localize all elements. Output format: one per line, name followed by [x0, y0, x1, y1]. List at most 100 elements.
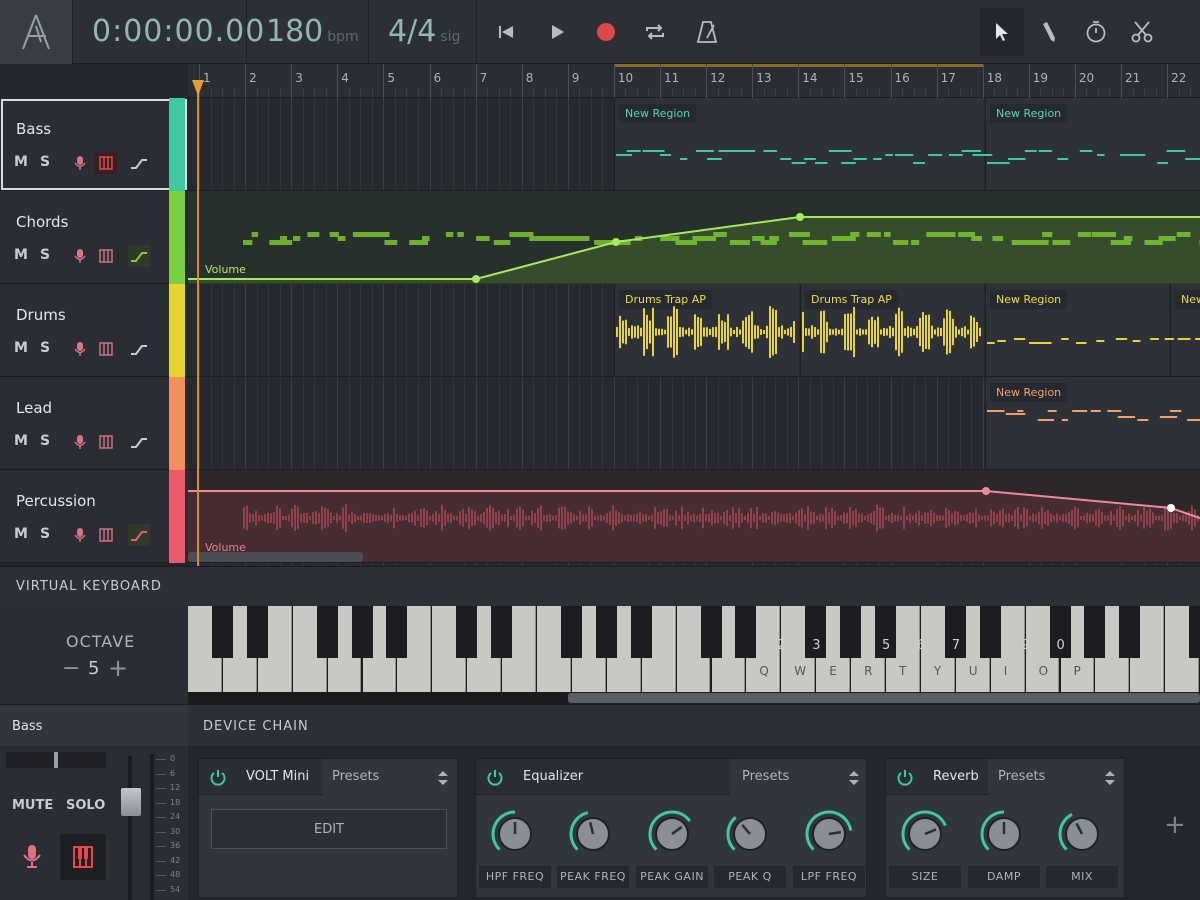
scissors-tool[interactable]: [1120, 8, 1164, 56]
playhead[interactable]: [197, 80, 199, 566]
sort-arrows-icon[interactable]: [848, 770, 860, 786]
tempo-display[interactable]: 180 bpm: [266, 14, 359, 49]
play-button[interactable]: [539, 14, 575, 50]
power-icon[interactable]: [486, 768, 504, 786]
mute-toggle[interactable]: M: [14, 154, 28, 170]
pan-handle[interactable]: [54, 752, 58, 768]
keyboard-scrollbar[interactable]: [568, 693, 1200, 703]
track-header-lead[interactable]: Lead M S: [0, 377, 188, 470]
playhead-handle[interactable]: [192, 80, 204, 96]
black-key[interactable]: [560, 606, 582, 658]
mute-toggle[interactable]: M: [14, 526, 28, 542]
volume-fader-handle[interactable]: [121, 788, 141, 816]
automation-toggle[interactable]: [128, 431, 150, 453]
black-key[interactable]: [316, 606, 338, 658]
midi-input-toggle[interactable]: [95, 152, 117, 174]
knob-size[interactable]: [898, 807, 952, 861]
black-key[interactable]: [1119, 606, 1141, 658]
pencil-tool[interactable]: [1026, 8, 1070, 56]
record-arm-toggle[interactable]: [69, 245, 91, 267]
record-button[interactable]: [588, 14, 624, 50]
automation-point[interactable]: [472, 275, 480, 283]
presets-dropdown[interactable]: Presets: [332, 769, 379, 784]
record-arm-toggle[interactable]: [69, 152, 91, 174]
mute-toggle[interactable]: M: [14, 247, 28, 263]
time-display[interactable]: 0:00:00.00: [92, 14, 265, 49]
signature-display[interactable]: 4/4 sig: [388, 14, 460, 49]
midi-input-toggle[interactable]: [95, 338, 117, 360]
solo-toggle[interactable]: S: [40, 247, 50, 263]
knob-lpf-freq[interactable]: [802, 807, 856, 861]
pan-slider[interactable]: [6, 752, 106, 768]
automation-point[interactable]: [612, 238, 620, 246]
arrangement-scrollbar[interactable]: [188, 552, 363, 562]
timer-tool[interactable]: [1074, 8, 1118, 56]
automation-toggle[interactable]: [128, 245, 150, 267]
automation-toggle[interactable]: [128, 338, 150, 360]
edit-button[interactable]: EDIT: [211, 809, 447, 849]
add-device-button[interactable]: +: [1164, 810, 1186, 840]
midi-input-button[interactable]: [60, 834, 106, 880]
black-key[interactable]: [351, 606, 373, 658]
presets-dropdown[interactable]: Presets: [742, 769, 789, 784]
octave-up-button[interactable]: +: [108, 654, 128, 682]
black-key[interactable]: [979, 606, 1001, 658]
record-arm-toggle[interactable]: [69, 338, 91, 360]
black-key[interactable]: [840, 606, 862, 658]
black-key[interactable]: [386, 606, 408, 658]
black-key[interactable]: [491, 606, 513, 658]
automation-point[interactable]: [796, 213, 804, 221]
mute-toggle[interactable]: M: [14, 433, 28, 449]
loop-button[interactable]: [637, 14, 673, 50]
sort-arrows-icon[interactable]: [1104, 770, 1116, 786]
black-key[interactable]: [630, 606, 652, 658]
midi-input-toggle[interactable]: [95, 245, 117, 267]
track-header-chords[interactable]: Chords M S: [0, 191, 188, 284]
record-arm-toggle[interactable]: [69, 524, 91, 546]
rewind-button[interactable]: [488, 14, 524, 50]
mute-button[interactable]: MUTE: [12, 798, 53, 813]
automation-point[interactable]: [1167, 504, 1175, 512]
black-key[interactable]: [246, 606, 268, 658]
track-header-drums[interactable]: Drums M S: [0, 284, 188, 377]
track-header-bass[interactable]: Bass M S: [0, 98, 188, 191]
presets-dropdown[interactable]: Presets: [998, 769, 1045, 784]
app-logo[interactable]: [0, 0, 72, 64]
solo-toggle[interactable]: S: [40, 154, 50, 170]
arrangement-area[interactable]: New Region New Region Drums Trap AP Drum…: [188, 98, 1200, 566]
knob-peak-freq[interactable]: [566, 807, 620, 861]
volume-fader-track[interactable]: [128, 756, 132, 900]
black-key[interactable]: [211, 606, 233, 658]
black-key[interactable]: [1084, 606, 1106, 658]
power-icon[interactable]: [209, 768, 227, 786]
automation-toggle[interactable]: [128, 152, 150, 174]
pointer-tool[interactable]: [980, 8, 1024, 56]
solo-toggle[interactable]: S: [40, 340, 50, 356]
knob-damp[interactable]: [977, 807, 1031, 861]
automation-toggle[interactable]: [128, 524, 150, 546]
solo-toggle[interactable]: S: [40, 433, 50, 449]
black-key[interactable]: [595, 606, 617, 658]
knob-mix[interactable]: [1055, 807, 1109, 861]
midi-input-toggle[interactable]: [95, 524, 117, 546]
power-icon[interactable]: [896, 768, 914, 786]
track-header-percussion[interactable]: Percussion M S: [0, 470, 188, 563]
timeline-ruler[interactable]: 1 2 3 4 5 6 7 8 9 10 11 12 13 14 15 16 17 18 19 20 21 22: [188, 64, 1200, 98]
solo-button[interactable]: SOLO: [66, 798, 105, 813]
mute-toggle[interactable]: M: [14, 340, 28, 356]
record-arm-button[interactable]: [18, 842, 46, 870]
knob-peak-q[interactable]: [723, 807, 777, 861]
solo-toggle[interactable]: S: [40, 526, 50, 542]
knob-hpf-freq[interactable]: [488, 807, 542, 861]
metronome-button[interactable]: [689, 14, 725, 50]
black-key[interactable]: [735, 606, 757, 658]
black-key[interactable]: [1189, 606, 1200, 658]
sort-arrows-icon[interactable]: [437, 770, 449, 786]
black-key[interactable]: [700, 606, 722, 658]
record-arm-toggle[interactable]: [69, 431, 91, 453]
virtual-piano[interactable]: Q W E R T Y U I O P 2 3 5 6 7 9 0: [188, 606, 1200, 692]
black-key[interactable]: [456, 606, 478, 658]
knob-peak-gain[interactable]: [645, 807, 699, 861]
octave-down-button[interactable]: −: [62, 656, 80, 681]
midi-input-toggle[interactable]: [95, 431, 117, 453]
